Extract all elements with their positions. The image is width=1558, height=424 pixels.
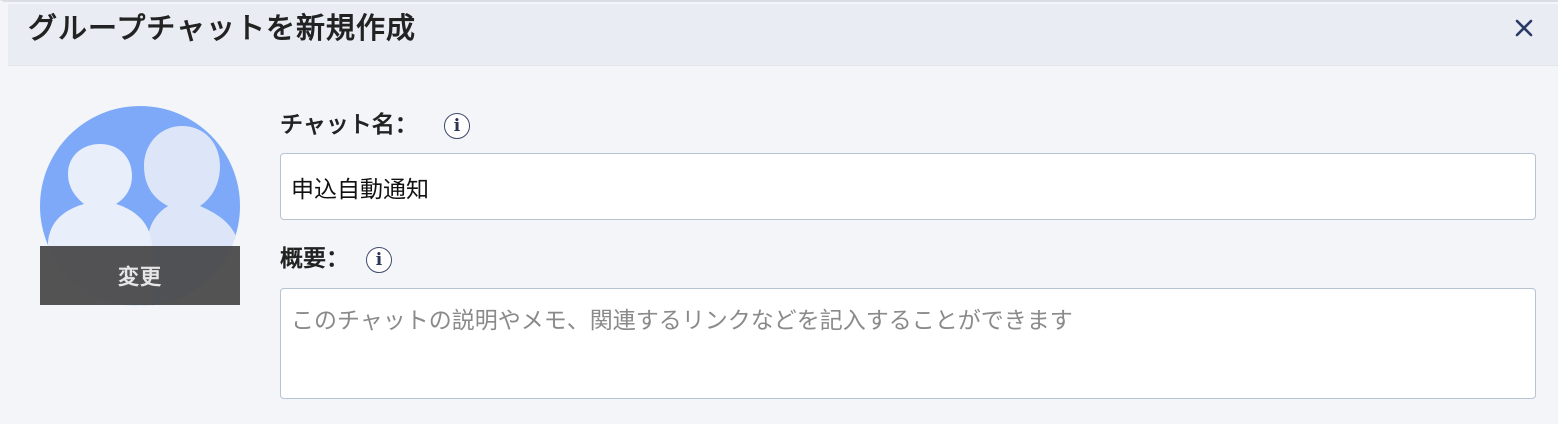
create-group-chat-dialog: グループチャットを新規作成 変更 チャット名： i 概要： i (0, 0, 1558, 424)
summary-label: 概要： (280, 246, 349, 272)
chat-name-label: チャット名： (280, 112, 418, 138)
close-button[interactable] (1508, 12, 1540, 44)
dialog-header: グループチャットを新規作成 (8, 4, 1558, 66)
summary-info-icon[interactable]: i (366, 247, 392, 273)
group-avatar[interactable]: 変更 (40, 106, 240, 306)
chat-name-input[interactable] (280, 153, 1536, 220)
dialog-body: 変更 チャット名： i 概要： i (8, 66, 1558, 424)
change-avatar-button[interactable]: 変更 (40, 246, 240, 305)
chat-name-info-icon[interactable]: i (444, 113, 470, 139)
dialog-title: グループチャットを新規作成 (28, 11, 416, 45)
summary-textarea[interactable] (280, 288, 1536, 399)
close-icon (1515, 19, 1533, 37)
